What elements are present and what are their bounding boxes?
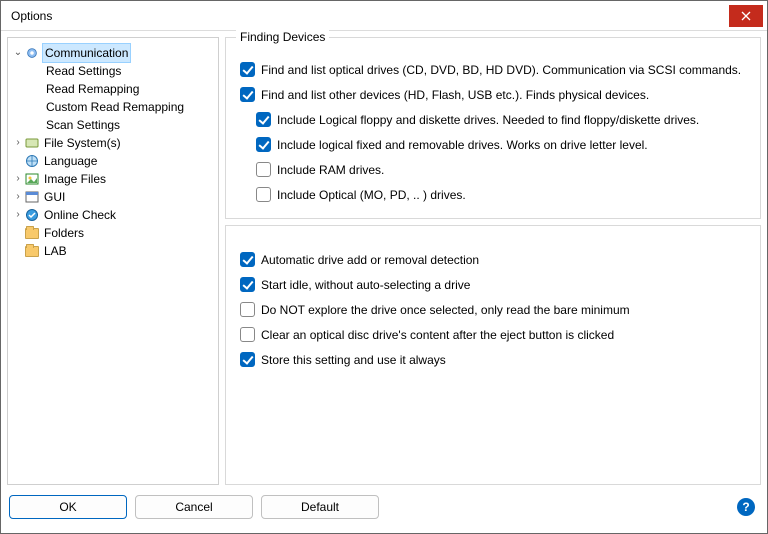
option-row: Include Optical (MO, PD, .. ) drives. <box>256 187 746 202</box>
checkbox-label: Include Optical (MO, PD, .. ) drives. <box>277 188 466 202</box>
tree-item-read-settings[interactable]: Read Settings <box>12 62 214 80</box>
window-icon <box>24 190 40 204</box>
checkbox-ram-drives[interactable] <box>256 162 271 177</box>
checkbox-logical-floppy[interactable] <box>256 112 271 127</box>
tree-item-custom-read-remapping[interactable]: Custom Read Remapping <box>12 98 214 116</box>
tree-item-gui[interactable]: › GUI <box>12 188 214 206</box>
checkbox-optical-drives[interactable] <box>240 62 255 77</box>
tree-item-lab[interactable]: LAB <box>12 242 214 260</box>
globe-icon <box>24 154 40 168</box>
expand-toggle[interactable]: › <box>12 170 24 188</box>
disk-icon <box>24 136 40 150</box>
checkbox-start-idle[interactable] <box>240 277 255 292</box>
option-row: Include Logical floppy and diskette driv… <box>256 112 746 127</box>
tree-item-online-check[interactable]: › Online Check <box>12 206 214 224</box>
tree-item-file-systems[interactable]: › File System(s) <box>12 134 214 152</box>
group-legend: Finding Devices <box>236 30 329 44</box>
tree-item-scan-settings[interactable]: Scan Settings <box>12 116 214 134</box>
behavior-group: Automatic drive add or removal detection… <box>225 225 761 485</box>
folder-icon <box>24 226 40 240</box>
nav-tree[interactable]: ⌄ Communication Read Settings Read Remap… <box>7 37 219 485</box>
titlebar: Options <box>1 1 767 31</box>
folder-icon <box>24 244 40 258</box>
tree-item-communication[interactable]: ⌄ Communication <box>12 44 214 62</box>
checkbox-label: Do NOT explore the drive once selected, … <box>261 303 630 317</box>
tree-item-language[interactable]: Language <box>12 152 214 170</box>
tree-item-image-files[interactable]: › Image Files <box>12 170 214 188</box>
default-button[interactable]: Default <box>261 495 379 519</box>
ok-button[interactable]: OK <box>9 495 127 519</box>
checkbox-label: Automatic drive add or removal detection <box>261 253 479 267</box>
option-row: Clear an optical disc drive's content af… <box>240 327 746 342</box>
help-button[interactable]: ? <box>737 498 755 516</box>
checkbox-optical-mo[interactable] <box>256 187 271 202</box>
option-row: Include logical fixed and removable driv… <box>256 137 746 152</box>
checkbox-label: Clear an optical disc drive's content af… <box>261 328 614 342</box>
checkbox-label: Include Logical floppy and diskette driv… <box>277 113 699 127</box>
expand-toggle[interactable]: ⌄ <box>12 44 24 62</box>
globe-check-icon <box>24 208 40 222</box>
checkbox-other-devices[interactable] <box>240 87 255 102</box>
window-title: Options <box>11 9 729 23</box>
expand-toggle[interactable]: › <box>12 206 24 224</box>
option-row: Include RAM drives. <box>256 162 746 177</box>
checkbox-clear-after-eject[interactable] <box>240 327 255 342</box>
checkbox-auto-detect[interactable] <box>240 252 255 267</box>
expand-toggle[interactable]: › <box>12 188 24 206</box>
checkbox-store-setting[interactable] <box>240 352 255 367</box>
checkbox-label: Find and list optical drives (CD, DVD, B… <box>261 63 741 77</box>
option-row: Find and list optical drives (CD, DVD, B… <box>240 62 746 77</box>
tree-label: Communication <box>42 43 131 63</box>
finding-devices-group: Finding Devices Find and list optical dr… <box>225 37 761 219</box>
gear-icon <box>24 46 40 60</box>
tree-item-folders[interactable]: Folders <box>12 224 214 242</box>
checkbox-label: Include RAM drives. <box>277 163 384 177</box>
expand-toggle[interactable]: › <box>12 134 24 152</box>
cancel-button[interactable]: Cancel <box>135 495 253 519</box>
close-icon <box>741 11 751 21</box>
checkbox-label: Find and list other devices (HD, Flash, … <box>261 88 649 102</box>
option-row: Find and list other devices (HD, Flash, … <box>240 87 746 102</box>
option-row: Do NOT explore the drive once selected, … <box>240 302 746 317</box>
checkbox-logical-fixed[interactable] <box>256 137 271 152</box>
option-row: Start idle, without auto-selecting a dri… <box>240 277 746 292</box>
picture-icon <box>24 172 40 186</box>
tree-item-read-remapping[interactable]: Read Remapping <box>12 80 214 98</box>
option-row: Store this setting and use it always <box>240 352 746 367</box>
dialog-footer: OK Cancel Default ? <box>1 491 767 523</box>
option-row: Automatic drive add or removal detection <box>240 252 746 267</box>
checkbox-no-explore[interactable] <box>240 302 255 317</box>
checkbox-label: Include logical fixed and removable driv… <box>277 138 648 152</box>
close-button[interactable] <box>729 5 763 27</box>
checkbox-label: Store this setting and use it always <box>261 353 446 367</box>
checkbox-label: Start idle, without auto-selecting a dri… <box>261 278 470 292</box>
